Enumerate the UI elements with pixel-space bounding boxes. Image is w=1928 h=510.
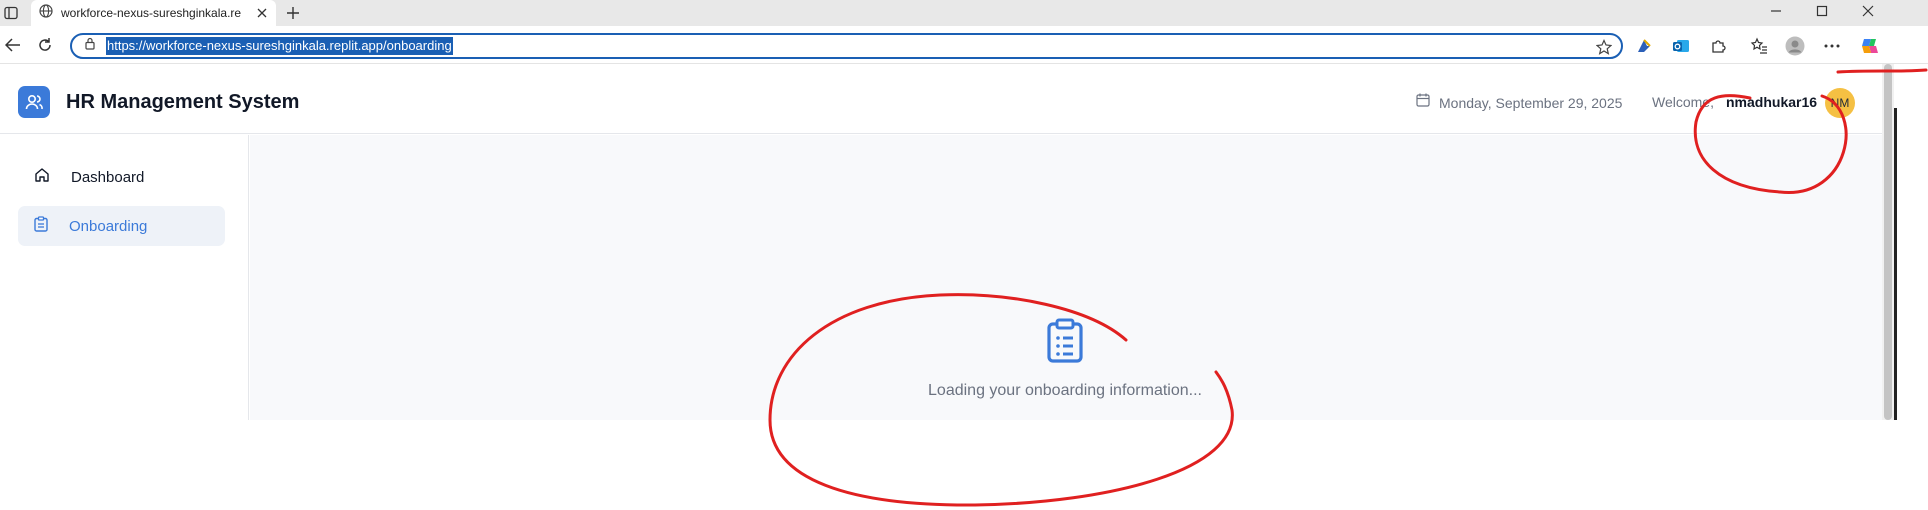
globe-icon bbox=[39, 3, 53, 23]
sidebar-item-dashboard[interactable]: Dashboard bbox=[18, 157, 225, 197]
app-header: HR Management System Monday, September 2… bbox=[0, 64, 1882, 134]
home-icon bbox=[34, 167, 50, 188]
sidebar-item-label: Onboarding bbox=[69, 217, 148, 235]
tab-title: workforce-nexus-sureshginkala.re bbox=[61, 6, 242, 20]
date-text: Monday, September 29, 2025 bbox=[1439, 94, 1623, 111]
more-options-icon[interactable] bbox=[1821, 35, 1843, 57]
url-text[interactable]: https://workforce-nexus-sureshginkala.re… bbox=[106, 37, 453, 55]
sidebar-item-onboarding[interactable]: Onboarding bbox=[18, 206, 225, 246]
back-icon[interactable] bbox=[0, 33, 26, 57]
maximize-icon[interactable] bbox=[1799, 0, 1845, 22]
browser-tab[interactable]: workforce-nexus-sureshginkala.re bbox=[31, 0, 276, 26]
username: nmadhukar16 bbox=[1726, 94, 1818, 110]
sidebar-toggle-icon[interactable] bbox=[0, 3, 22, 23]
reload-icon[interactable] bbox=[32, 33, 58, 57]
extension-icon[interactable] bbox=[1633, 35, 1655, 57]
page-scrollbar[interactable] bbox=[1882, 64, 1894, 420]
profile-icon[interactable] bbox=[1784, 35, 1806, 57]
favorites-icon[interactable] bbox=[1748, 35, 1770, 57]
outlook-icon[interactable] bbox=[1670, 35, 1692, 57]
clipboard-list-icon bbox=[1045, 318, 1085, 364]
users-logo-icon bbox=[18, 86, 50, 118]
address-bar[interactable]: https://workforce-nexus-sureshginkala.re… bbox=[70, 33, 1623, 59]
copilot-icon[interactable] bbox=[1859, 35, 1881, 57]
scrollbar-thumb[interactable] bbox=[1884, 64, 1892, 420]
calendar-icon bbox=[1416, 93, 1430, 112]
browser-toolbar: https://workforce-nexus-sureshginkala.re… bbox=[0, 26, 1928, 64]
window-edge bbox=[1894, 108, 1897, 420]
sidebar-item-label: Dashboard bbox=[71, 168, 145, 186]
browser-tab-strip: workforce-nexus-sureshginkala.re bbox=[0, 0, 1928, 26]
loading-message: Loading your onboarding information... bbox=[928, 382, 1202, 399]
sidebar: Dashboard Onboarding bbox=[0, 135, 249, 420]
welcome-label: Welcome, bbox=[1652, 94, 1714, 110]
tab-close-icon[interactable] bbox=[254, 5, 270, 21]
minimize-icon[interactable] bbox=[1753, 0, 1799, 22]
window-close-icon[interactable] bbox=[1845, 0, 1891, 22]
puzzle-icon[interactable] bbox=[1708, 35, 1730, 57]
app-title: HR Management System bbox=[66, 91, 300, 113]
current-date: Monday, September 29, 2025 bbox=[1416, 93, 1622, 112]
main-content bbox=[250, 135, 1882, 420]
avatar[interactable]: NM bbox=[1825, 88, 1855, 118]
new-tab-icon[interactable] bbox=[282, 2, 304, 24]
clipboard-icon bbox=[34, 215, 48, 237]
lock-icon[interactable] bbox=[84, 37, 96, 55]
favorite-star-icon[interactable] bbox=[1595, 38, 1613, 56]
